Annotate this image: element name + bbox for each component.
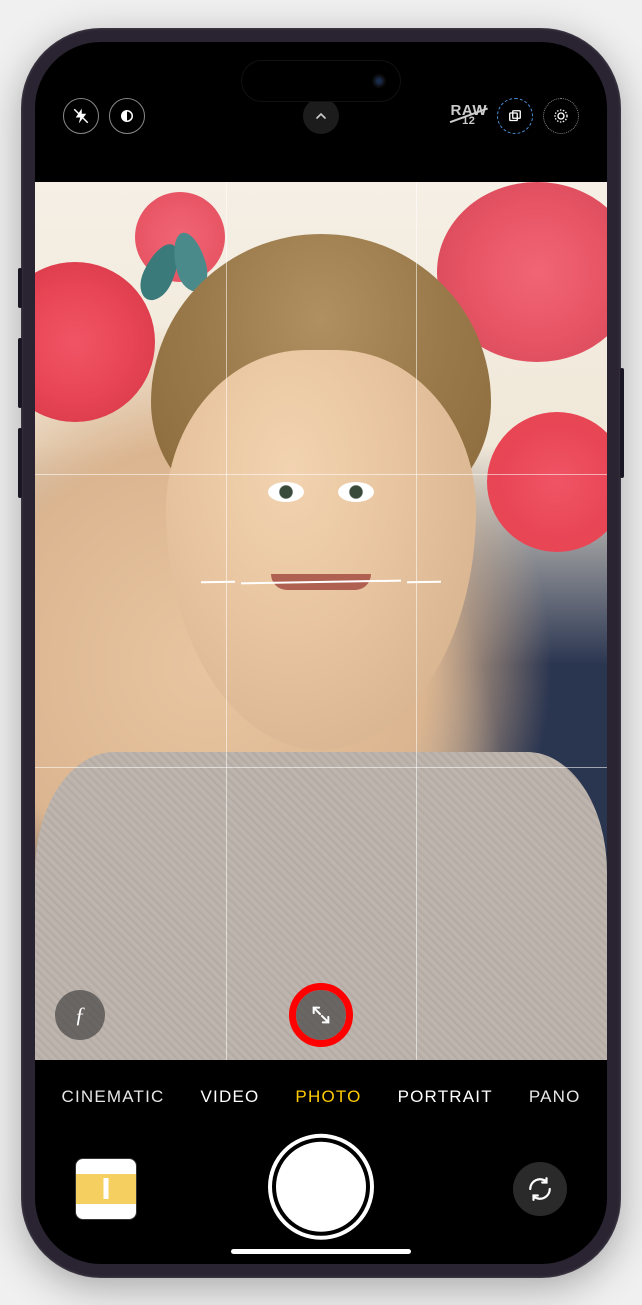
camera-preview-image bbox=[35, 182, 607, 1060]
camera-controls-drawer-button[interactable] bbox=[303, 98, 339, 134]
home-indicator[interactable] bbox=[231, 1249, 411, 1254]
camera-flip-button[interactable] bbox=[513, 1162, 567, 1216]
dynamic-island bbox=[241, 60, 401, 102]
raw-toggle-button[interactable]: RAW 12 bbox=[451, 104, 488, 127]
expand-arrows-icon bbox=[310, 1004, 332, 1026]
mode-photo[interactable]: PHOTO bbox=[295, 1087, 361, 1107]
volume-up-button bbox=[18, 338, 22, 408]
depth-control-button[interactable]: ƒ bbox=[55, 990, 105, 1040]
screen: RAW 12 bbox=[35, 42, 607, 1264]
photographic-styles-button[interactable] bbox=[497, 98, 533, 134]
live-photo-button[interactable] bbox=[543, 98, 579, 134]
shutter-button[interactable] bbox=[276, 1141, 366, 1231]
flash-toggle-button[interactable] bbox=[63, 98, 99, 134]
volume-down-button bbox=[18, 428, 22, 498]
aperture-icon: ƒ bbox=[75, 1002, 86, 1028]
camera-flip-icon bbox=[527, 1176, 553, 1202]
mode-pano[interactable]: PANO bbox=[529, 1087, 581, 1107]
camera-mode-selector[interactable]: CINEMATIC VIDEO PHOTO PORTRAIT PANO bbox=[35, 1070, 607, 1124]
live-photo-icon bbox=[552, 107, 570, 125]
mode-cinematic[interactable]: CINEMATIC bbox=[61, 1087, 164, 1107]
side-button bbox=[620, 368, 624, 478]
selfie-zoom-button[interactable] bbox=[296, 990, 346, 1040]
mode-portrait[interactable]: PORTRAIT bbox=[398, 1087, 493, 1107]
camera-bottom-controls bbox=[35, 1124, 607, 1264]
viewfinder[interactable]: ƒ bbox=[35, 182, 607, 1060]
last-photo-thumbnail[interactable] bbox=[75, 1158, 137, 1220]
night-mode-button[interactable] bbox=[109, 98, 145, 134]
flash-off-icon bbox=[72, 107, 90, 125]
mode-video[interactable]: VIDEO bbox=[201, 1087, 260, 1107]
chevron-up-icon bbox=[313, 108, 329, 124]
iphone-frame: RAW 12 bbox=[21, 28, 621, 1278]
night-mode-icon bbox=[118, 107, 136, 125]
mute-switch bbox=[18, 268, 22, 308]
proraw-stack-icon bbox=[506, 107, 524, 125]
